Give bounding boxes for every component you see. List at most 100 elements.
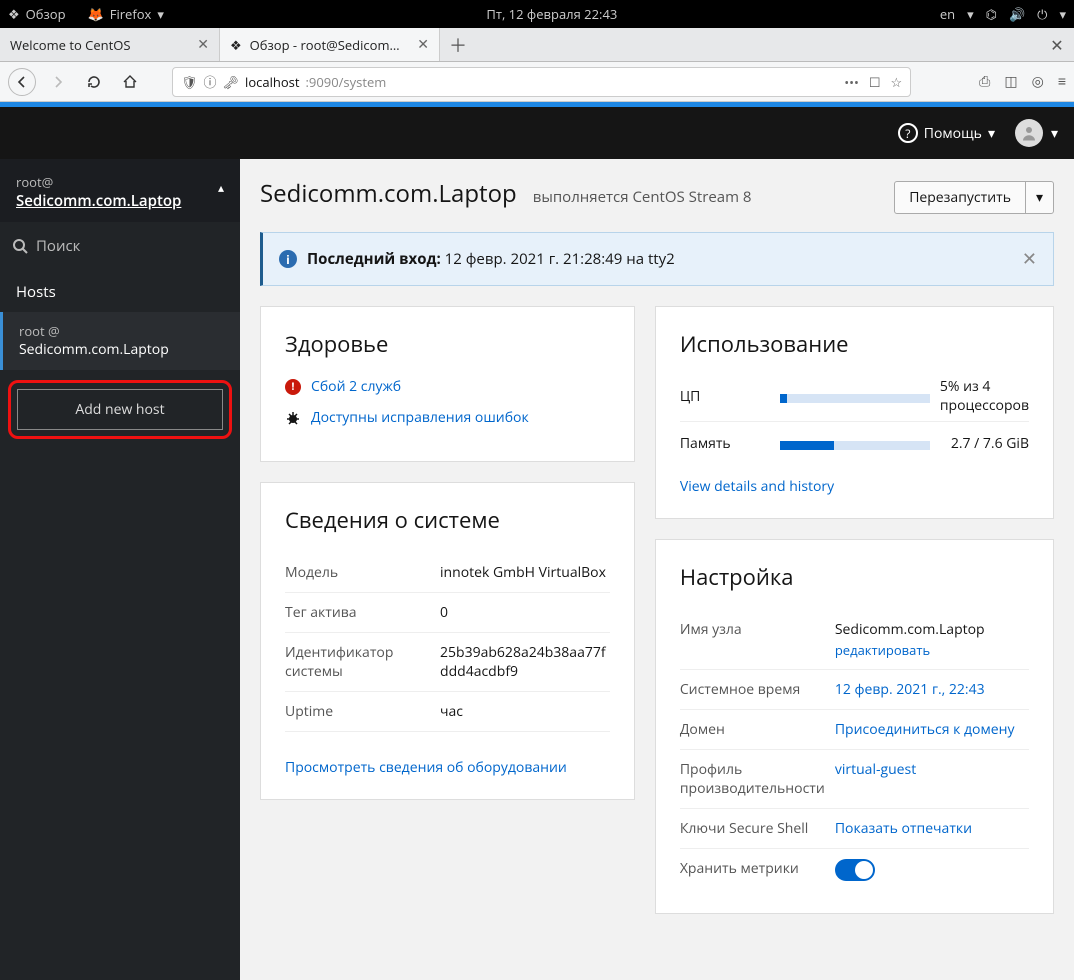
sysinfo-card: Сведения о системе Модельinnotek GmbH Vi… bbox=[260, 482, 635, 800]
tag-label: Тег актива bbox=[285, 603, 440, 622]
help-menu[interactable]: ? Помощь ▾ bbox=[898, 123, 995, 143]
metrics-label: Хранить метрики bbox=[680, 859, 835, 878]
app-title[interactable]: Обзор bbox=[26, 5, 66, 23]
star-icon[interactable]: ☆ bbox=[891, 73, 903, 91]
shield-icon[interactable]: 🛡 bbox=[181, 73, 198, 91]
url-bar[interactable]: 🛡 ⓘ 🗝 localhost:9090/system ••• ☐ ☆ bbox=[172, 67, 911, 97]
user-menu[interactable]: ▾ bbox=[1015, 119, 1058, 147]
sidebar-icon[interactable]: ◫ bbox=[1004, 72, 1017, 91]
help-icon: ? bbox=[898, 123, 918, 143]
menu-icon[interactable]: ≡ bbox=[1058, 72, 1066, 91]
alert-label: Последний вход: bbox=[307, 249, 441, 269]
sidebar-search[interactable]: Поиск bbox=[0, 222, 240, 272]
favicon: ❖ bbox=[230, 36, 242, 54]
mem-label: Память bbox=[680, 434, 770, 453]
page-title: Sedicomm.com.Laptop bbox=[260, 177, 517, 210]
reader-icon[interactable]: ☐ bbox=[869, 73, 881, 91]
last-login-alert: i Последний вход: 12 февр. 2021 г. 21:28… bbox=[260, 232, 1054, 286]
firefox-toolbar: 🛡 ⓘ 🗝 localhost:9090/system ••• ☐ ☆ ⎙ ◫ … bbox=[0, 62, 1074, 102]
new-tab-button[interactable]: ＋ bbox=[440, 28, 476, 61]
hardware-link[interactable]: Просмотреть сведения об оборудовании bbox=[285, 758, 610, 777]
volume-icon[interactable]: 🔊 bbox=[1009, 5, 1025, 23]
perf-label: Профиль производительности bbox=[680, 760, 835, 798]
health-card: Здоровье ! Сбой 2 служб Доступны исправл… bbox=[260, 306, 635, 462]
metrics-toggle[interactable] bbox=[835, 859, 875, 881]
bug-icon bbox=[285, 410, 301, 426]
library-icon[interactable]: ⎙ bbox=[979, 72, 990, 91]
cockpit-header: ? Помощь ▾ ▾ bbox=[0, 107, 1074, 159]
info-icon[interactable]: ⓘ bbox=[204, 72, 217, 91]
tab-label: Welcome to CentOS bbox=[10, 36, 189, 54]
services-fail-link[interactable]: Сбой 2 служб bbox=[311, 377, 401, 396]
close-icon[interactable]: ✕ bbox=[197, 35, 209, 54]
window-close-button[interactable]: ✕ bbox=[1040, 28, 1074, 61]
close-icon[interactable]: ✕ bbox=[1022, 247, 1037, 271]
ssh-fingerprints-link[interactable]: Показать отпечатки bbox=[835, 819, 1029, 838]
cpu-value: 5% bbox=[940, 377, 960, 396]
search-placeholder: Поиск bbox=[36, 236, 80, 256]
chevron-down-icon: ▾ bbox=[967, 5, 974, 23]
id-label: Идентификатор системы bbox=[285, 643, 440, 681]
home-button[interactable] bbox=[116, 68, 144, 96]
card-title: Использование bbox=[680, 329, 1029, 359]
lang-indicator[interactable]: en bbox=[940, 5, 955, 23]
reload-button[interactable] bbox=[80, 68, 108, 96]
page-title-bar: Sedicomm.com.Laptop выполняется CentOS S… bbox=[260, 177, 1054, 214]
tag-value: 0 bbox=[440, 603, 610, 622]
host-item-user: root @ bbox=[19, 322, 224, 340]
tab-cockpit[interactable]: ❖ Обзор - root@Sedicomm… ✕ bbox=[220, 28, 440, 61]
mem-value: 2.7 / 7.6 GiB bbox=[951, 434, 1029, 453]
uptime-label: Uptime bbox=[285, 702, 440, 721]
status-text: выполняется bbox=[533, 187, 629, 207]
restart-button[interactable]: Перезапустить ▾ bbox=[894, 181, 1054, 214]
host-list-item[interactable]: root @ Sedicomm.com.Laptop bbox=[0, 312, 240, 370]
view-details-link[interactable]: View details and history bbox=[680, 477, 1029, 496]
firefox-icon: 🦊 bbox=[88, 5, 104, 23]
hostname-label: Имя узла bbox=[680, 620, 835, 639]
chevron-down-icon: ▾ bbox=[988, 124, 995, 143]
config-card: Настройка Имя узла Sedicomm.com.Laptop р… bbox=[655, 539, 1054, 914]
card-title: Здоровье bbox=[285, 329, 610, 359]
tab-welcome[interactable]: Welcome to CentOS ✕ bbox=[0, 28, 220, 61]
firefox-tab-strip: Welcome to CentOS ✕ ❖ Обзор - root@Sedic… bbox=[0, 28, 1074, 62]
usage-card: Использование ЦП 5% из 4 процессоров Пам… bbox=[655, 306, 1054, 519]
forward-button[interactable] bbox=[44, 68, 72, 96]
chevron-down-icon[interactable]: ▾ bbox=[1026, 182, 1053, 213]
error-icon: ! bbox=[285, 379, 301, 395]
model-value: innotek GmbH VirtualBox bbox=[440, 563, 610, 582]
sidebar-user: root@ bbox=[16, 173, 218, 191]
perf-profile-link[interactable]: virtual-guest bbox=[835, 760, 1029, 779]
hosts-section-label: Hosts bbox=[0, 272, 240, 312]
info-icon: i bbox=[279, 250, 297, 268]
cpu-label: ЦП bbox=[680, 387, 770, 406]
avatar bbox=[1015, 119, 1043, 147]
domain-label: Домен bbox=[680, 720, 835, 739]
card-title: Сведения о системе bbox=[285, 505, 610, 535]
card-title: Настройка bbox=[680, 562, 1029, 592]
app-icon: ❖ bbox=[8, 5, 20, 23]
add-host-button[interactable]: Add new host bbox=[17, 389, 223, 430]
key-icon[interactable]: 🗝 bbox=[223, 73, 240, 91]
search-icon bbox=[12, 238, 28, 254]
close-icon[interactable]: ✕ bbox=[417, 35, 429, 54]
bugfix-link[interactable]: Доступны исправления ошибок bbox=[311, 408, 529, 427]
hostname-edit-link[interactable]: редактировать bbox=[835, 641, 1029, 659]
protection-icon[interactable]: ◎ bbox=[1032, 72, 1044, 91]
domain-join-link[interactable]: Присоединиться к домену bbox=[835, 720, 1029, 739]
id-value: 25b39ab628a24b38aa77fddd4acdbf9 bbox=[440, 643, 610, 681]
time-label: Системное время bbox=[680, 680, 835, 699]
more-icon[interactable]: ••• bbox=[844, 73, 859, 91]
time-value-link[interactable]: 12 февр. 2021 г., 22:43 bbox=[835, 680, 1029, 699]
network-icon[interactable]: ⌬ bbox=[986, 5, 997, 23]
mem-bar bbox=[780, 441, 930, 450]
sidebar-host-selector[interactable]: root@ Sedicomm.com.Laptop ▴ bbox=[0, 159, 240, 222]
url-host: localhost bbox=[245, 73, 299, 91]
power-icon[interactable]: ⏻ bbox=[1037, 5, 1047, 23]
restart-label: Перезапустить bbox=[895, 182, 1026, 213]
back-button[interactable] bbox=[8, 68, 36, 96]
model-label: Модель bbox=[285, 563, 440, 582]
gnome-clock[interactable]: Пт, 12 февраля 22:43 bbox=[164, 5, 940, 23]
sidebar: root@ Sedicomm.com.Laptop ▴ Поиск Hosts … bbox=[0, 159, 240, 980]
chevron-up-icon: ▴ bbox=[218, 173, 224, 196]
browser-menu[interactable]: Firefox bbox=[110, 5, 152, 23]
